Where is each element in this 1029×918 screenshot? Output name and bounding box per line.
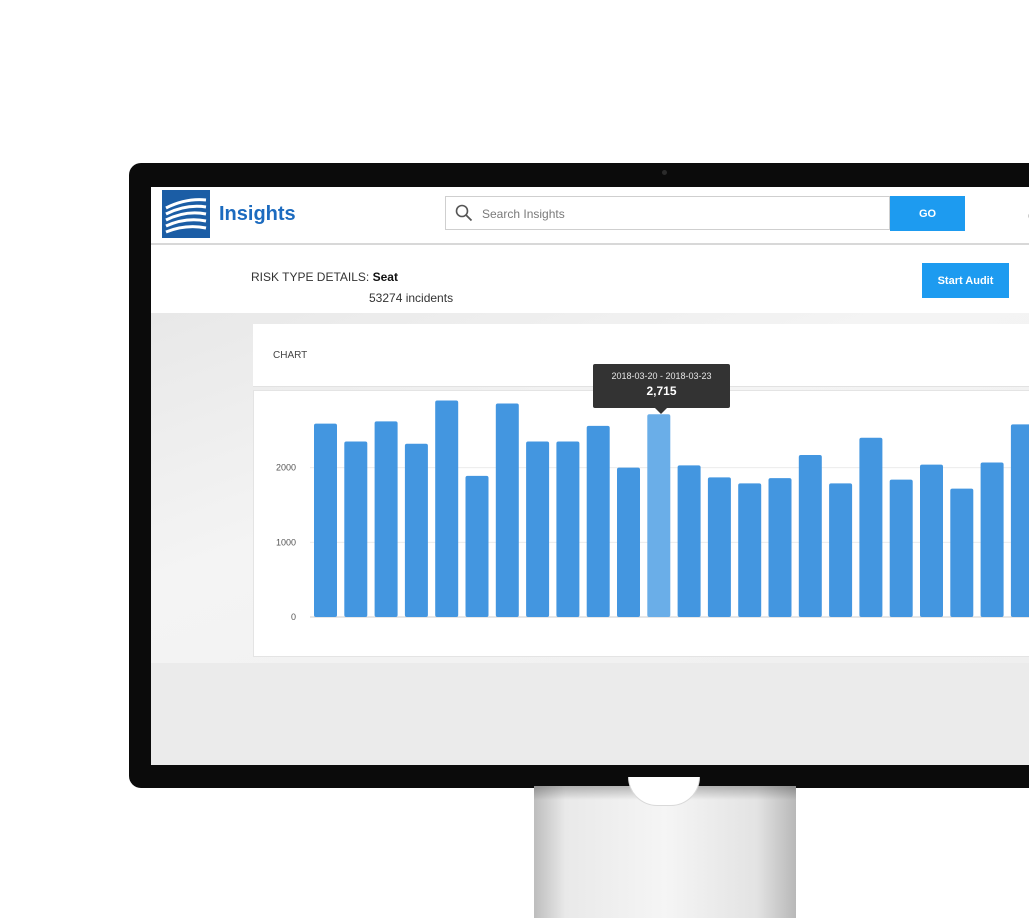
chart-card: 0 1000 2000 [253,390,1029,657]
camera-dot [662,170,667,175]
chart-bar[interactable] [586,425,610,617]
chart-bar[interactable] [677,465,701,617]
y-tick-label: 1000 [276,537,296,547]
chart-bar[interactable] [617,467,640,617]
monitor-frame: Insights GO RISK TYPE DETAILS: Seat 5327… [129,163,1029,788]
chart-bar[interactable] [556,441,580,617]
chart-bar[interactable] [404,443,428,617]
chart-tooltip: 2018-03-20 - 2018-03-23 2,715 [593,364,730,414]
chart-bar[interactable] [950,488,974,617]
chart-bar[interactable] [980,462,1004,617]
chart-bar[interactable] [526,441,550,617]
chart-heading: CHART [273,350,308,361]
screen: Insights GO RISK TYPE DETAILS: Seat 5327… [151,187,1029,765]
chart-bar[interactable] [435,400,459,617]
insights-logo-icon [162,190,210,238]
risk-type-label: RISK TYPE DETAILS: Seat [251,270,398,284]
risk-details-bar: RISK TYPE DETAILS: Seat 53274 incidents [151,245,1029,313]
bar-chart: 0 1000 2000 [276,400,1029,622]
chart-bar[interactable] [1010,424,1029,617]
risk-type-prefix: RISK TYPE DETAILS: [251,270,373,284]
chart-bar[interactable] [314,423,337,617]
incident-count: 53274 incidents [369,291,454,305]
chart-bar[interactable] [465,475,489,617]
go-button[interactable]: GO [890,196,965,231]
y-tick-label: 2000 [276,463,296,473]
chart-bar[interactable] [829,483,853,617]
chart-bar[interactable] [768,478,792,617]
y-tick-label: 0 [291,612,296,622]
chart-bar[interactable] [889,479,913,617]
chart-bar[interactable] [859,437,883,617]
chart-bar[interactable] [647,414,671,617]
chart-bar[interactable] [707,477,731,617]
tooltip-range: 2018-03-20 - 2018-03-23 [611,371,712,381]
chart-bar[interactable] [495,403,519,617]
footer-band [151,663,1029,765]
tooltip-value: 2,715 [646,384,677,398]
chart-bar[interactable] [374,421,398,617]
search-input[interactable] [480,198,884,230]
chart-bar[interactable] [920,464,943,617]
app-header: Insights GO [151,187,1029,245]
start-audit-button[interactable]: Start Audit [922,263,1009,298]
app-title: Insights [219,203,296,225]
risk-type-value: Seat [372,270,398,284]
chart-bar[interactable] [738,483,762,617]
chart-bar[interactable] [344,441,368,617]
search-box[interactable] [445,196,890,230]
chart-bar[interactable] [798,454,822,617]
search-icon [455,204,473,222]
